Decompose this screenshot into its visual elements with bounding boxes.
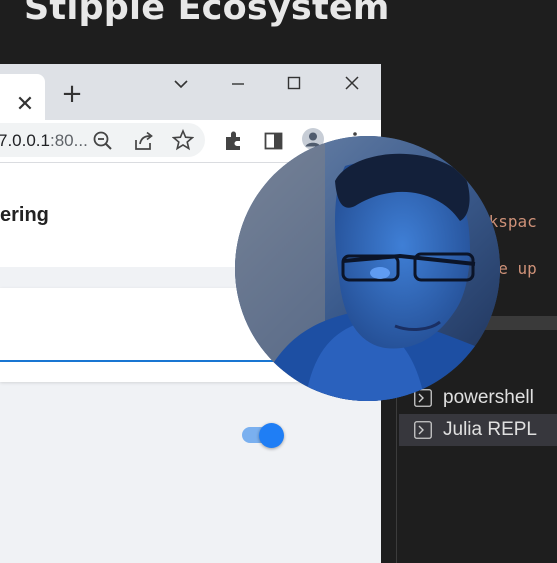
new-tab-button[interactable]: + [61, 81, 83, 107]
terminal-item-label: powershell [443, 387, 534, 408]
maximize-button[interactable] [280, 70, 308, 98]
share-icon[interactable] [133, 130, 155, 152]
url-text[interactable]: 7.0.0.1:80... [0, 131, 88, 151]
webcam-overlay [235, 136, 500, 401]
close-window-button[interactable] [338, 70, 366, 98]
page-heading: ering [0, 204, 49, 226]
tab-close-icon[interactable]: ✕ [15, 94, 35, 116]
extensions-icon[interactable] [223, 130, 245, 152]
side-panel-icon[interactable] [263, 130, 285, 152]
toggle-switch[interactable] [259, 423, 284, 448]
webcam-video [235, 136, 500, 401]
slide-title: Stipple Ecosystem [24, 0, 390, 28]
active-tab[interactable]: ✕ [0, 74, 45, 120]
minimize-button[interactable] [224, 70, 252, 98]
terminal-icon [414, 389, 432, 407]
url-host: 7.0.0.1 [0, 131, 50, 150]
terminal-icon [414, 421, 432, 439]
tab-strip: ✕ + [0, 64, 381, 120]
terminal-item-label: Julia REPL [443, 419, 537, 440]
tab-search-chevron-icon[interactable] [167, 70, 195, 98]
url-port: :80... [50, 131, 88, 150]
terminal-item-julia-repl[interactable]: Julia REPL [399, 414, 557, 446]
zoom-out-icon[interactable] [92, 130, 114, 152]
star-icon[interactable] [172, 129, 194, 151]
